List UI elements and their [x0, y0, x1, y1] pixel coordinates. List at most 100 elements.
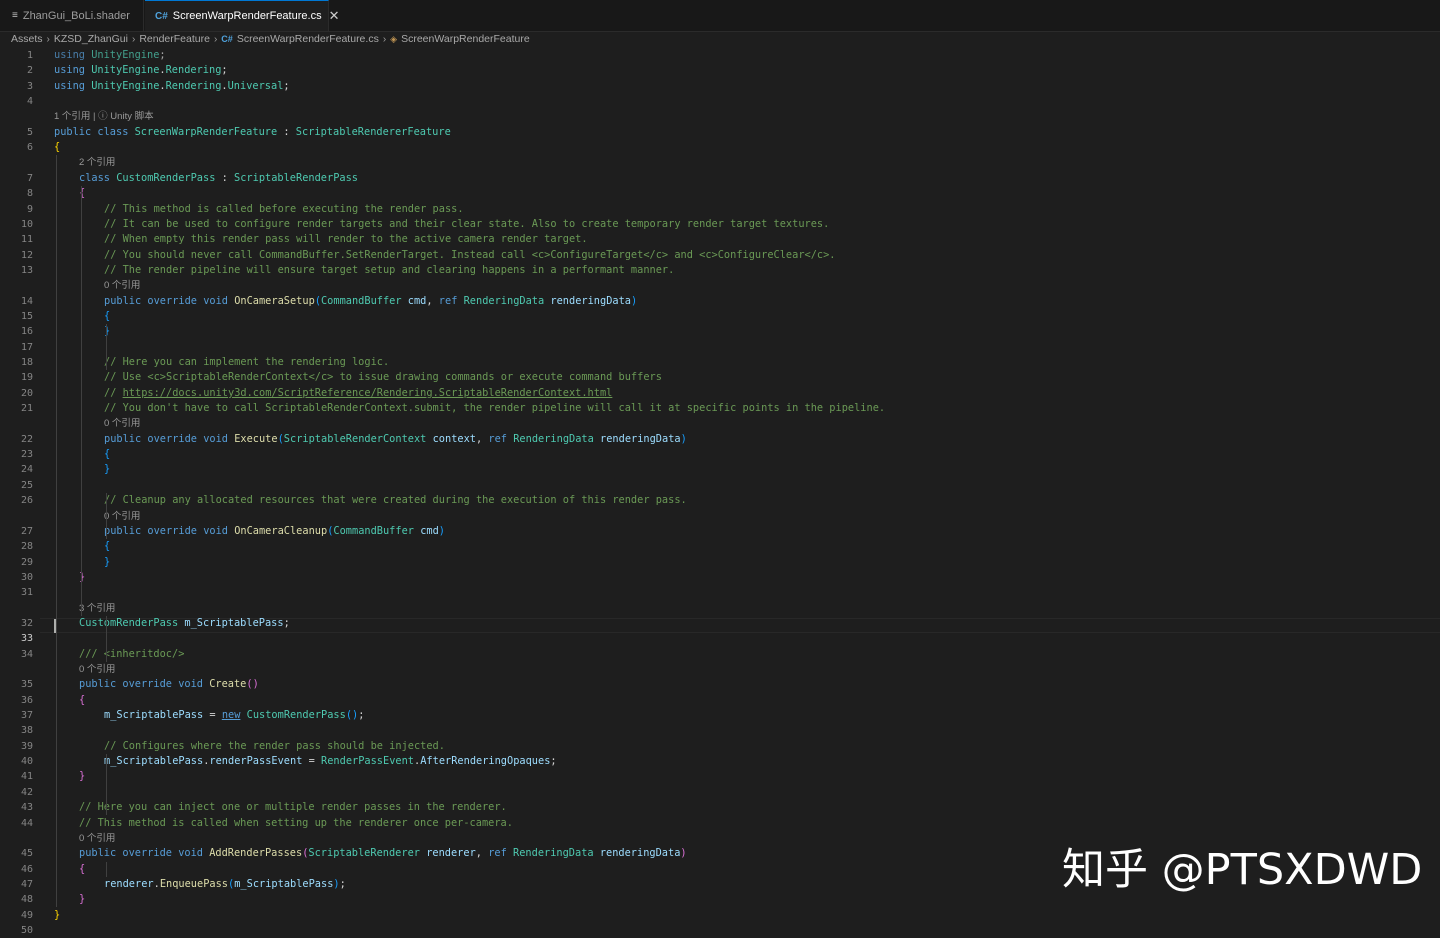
codelens-row: 2 个引用 [0, 155, 1440, 170]
code-text[interactable]: // Cleanup any allocated resources that … [104, 493, 687, 508]
code-text[interactable]: using UnityEngine.Rendering; [54, 63, 228, 78]
tab-zhangui-shader[interactable]: ≡ ZhanGui_BoLi.shader [0, 0, 144, 31]
line-number: 47 [20, 879, 33, 890]
code-text[interactable]: } [79, 570, 85, 585]
code-token: UnityEngine [91, 64, 160, 76]
code-text[interactable]: { [79, 693, 85, 708]
code-text[interactable]: public override void OnCameraSetup(Comma… [104, 294, 637, 309]
code-text[interactable]: } [104, 324, 110, 339]
close-tab-icon[interactable]: ✕ [329, 8, 340, 24]
line-number: 50 [20, 925, 33, 936]
code-editor[interactable]: 1 using UnityEngine; 2 using UnityEngine.Re… [0, 48, 1440, 936]
code-text[interactable]: { [104, 309, 110, 324]
tab-label: ZhanGui_BoLi.shader [22, 9, 130, 22]
code-text[interactable]: { [79, 186, 85, 201]
code-text[interactable]: { [104, 539, 110, 554]
codelens-reference-count[interactable]: 0 个引用 [79, 831, 115, 846]
code-text[interactable]: CustomRenderPass m_ScriptablePass; [79, 616, 290, 631]
codelens-reference-count[interactable]: 0 个引用 [79, 662, 115, 677]
indent-guide [106, 616, 107, 662]
breadcrumb-item-folder[interactable]: RenderFeature [139, 33, 210, 45]
codelens-reference-count[interactable]: 0 个引用 [104, 278, 140, 293]
breadcrumb-item-class[interactable]: ScreenWarpRenderFeature [401, 33, 530, 45]
code-text[interactable]: // It can be used to configure render ta… [104, 217, 829, 232]
code-text[interactable]: } [104, 555, 110, 570]
codelens-reference-count[interactable]: 2 个引用 [79, 155, 115, 170]
code-token: , [475, 847, 489, 859]
code-line: 19 // Use <c>ScriptableRenderContext</c> … [0, 370, 1440, 385]
code-token: m_ScriptablePass [184, 617, 284, 629]
code-line: 20 // https://docs.unity3d.com/ScriptRefe… [0, 386, 1440, 401]
breadcrumb-item-assets[interactable]: Assets [11, 33, 43, 45]
csharp-file-icon: C# [221, 34, 233, 44]
code-text[interactable]: // This method is called when setting up… [79, 816, 513, 831]
line-number: 19 [20, 372, 33, 383]
code-line: 32 CustomRenderPass m_ScriptablePass; [0, 616, 1440, 631]
codelens-reference-count[interactable]: 0 个引用 [104, 416, 140, 431]
codelens-row: 3 个引用 [0, 601, 1440, 616]
code-token: Execute [234, 433, 278, 445]
code-token: using [54, 49, 92, 61]
code-text[interactable]: // You should never call CommandBuffer.S… [104, 248, 836, 263]
code-token: { [104, 448, 111, 460]
tab-screenwarp-cs[interactable]: C# ScreenWarpRenderFeature.cs ✕ [145, 0, 339, 31]
code-text[interactable]: renderer.EnqueuePass(m_ScriptablePass); [104, 877, 346, 892]
code-text[interactable]: using UnityEngine; [54, 48, 166, 63]
code-token: ; [339, 878, 346, 890]
line-number: 41 [20, 771, 33, 782]
code-text[interactable]: } [79, 892, 85, 907]
line-number: 3 [26, 81, 33, 92]
code-token: , [426, 295, 439, 307]
code-text[interactable]: public override void Create() [79, 677, 259, 692]
code-text[interactable]: public override void Execute(ScriptableR… [104, 432, 687, 447]
code-token: ScriptableRenderPass [234, 172, 359, 184]
line-number: 37 [20, 710, 33, 721]
code-text[interactable]: // Here you can implement the rendering … [104, 355, 389, 370]
code-line: 7 class CustomRenderPass : ScriptableRend… [0, 171, 1440, 186]
code-token: /// <inheritdoc/> [79, 648, 185, 660]
code-token: { [79, 187, 86, 199]
codelens-reference-count[interactable]: 1 个引用 | ⓘ Unity 脚本 [54, 109, 154, 124]
code-text[interactable]: } [104, 462, 110, 477]
code-line: 38 [0, 723, 1440, 738]
codelens-reference-count[interactable]: 0 个引用 [104, 509, 140, 524]
code-text[interactable]: { [54, 140, 60, 155]
code-line: 15 { [0, 309, 1440, 324]
line-number: 44 [20, 818, 33, 829]
code-text[interactable]: m_ScriptablePass.renderPassEvent = Rende… [104, 754, 557, 769]
code-text[interactable]: /// <inheritdoc/> [79, 647, 184, 662]
code-text[interactable]: // Here you can inject one or multiple r… [79, 800, 507, 815]
code-token: ; [221, 64, 228, 76]
code-text[interactable]: public override void OnCameraCleanup(Com… [104, 524, 445, 539]
breadcrumb-item-file[interactable]: ScreenWarpRenderFeature.cs [237, 33, 379, 45]
line-number: 9 [26, 204, 33, 215]
code-text[interactable]: // The render pipeline will ensure targe… [104, 263, 674, 278]
code-line: 40 m_ScriptablePass.renderPassEvent = Ren… [0, 754, 1440, 769]
code-token: } [104, 463, 111, 475]
code-text[interactable]: { [79, 862, 85, 877]
code-token: using [54, 64, 92, 76]
code-text[interactable]: { [104, 447, 110, 462]
code-token: ; [159, 49, 166, 61]
breadcrumb: Assets › KZSD_ZhanGui › RenderFeature › … [11, 32, 530, 46]
code-token: RenderingData [513, 847, 600, 859]
code-text[interactable]: } [79, 769, 85, 784]
code-text[interactable]: public override void AddRenderPasses(Scr… [79, 846, 687, 861]
code-token: // It can be used to configure render ta… [104, 218, 830, 230]
breadcrumb-item-folder[interactable]: KZSD_ZhanGui [54, 33, 128, 45]
code-text[interactable]: // Configures where the render pass shou… [104, 739, 445, 754]
code-line: 13 // The render pipeline will ensure tar… [0, 263, 1440, 278]
code-text[interactable]: using UnityEngine.Rendering.Universal; [54, 79, 290, 94]
code-text[interactable]: m_ScriptablePass = new CustomRenderPass(… [104, 708, 364, 723]
code-text[interactable]: // Use <c>ScriptableRenderContext</c> to… [104, 370, 662, 385]
code-text[interactable]: // This method is called before executin… [104, 202, 464, 217]
code-text[interactable]: // When empty this render pass will rend… [104, 232, 588, 247]
line-number: 7 [26, 173, 33, 184]
code-text[interactable]: class CustomRenderPass : ScriptableRende… [79, 171, 358, 186]
code-token: ref [438, 295, 464, 307]
code-text[interactable]: public class ScreenWarpRenderFeature : S… [54, 125, 451, 140]
code-text[interactable]: // https://docs.unity3d.com/ScriptRefere… [104, 386, 612, 401]
code-text[interactable]: // You don't have to call ScriptableRend… [104, 401, 885, 416]
codelens-reference-count[interactable]: 3 个引用 [79, 601, 115, 616]
line-number: 21 [20, 403, 33, 414]
